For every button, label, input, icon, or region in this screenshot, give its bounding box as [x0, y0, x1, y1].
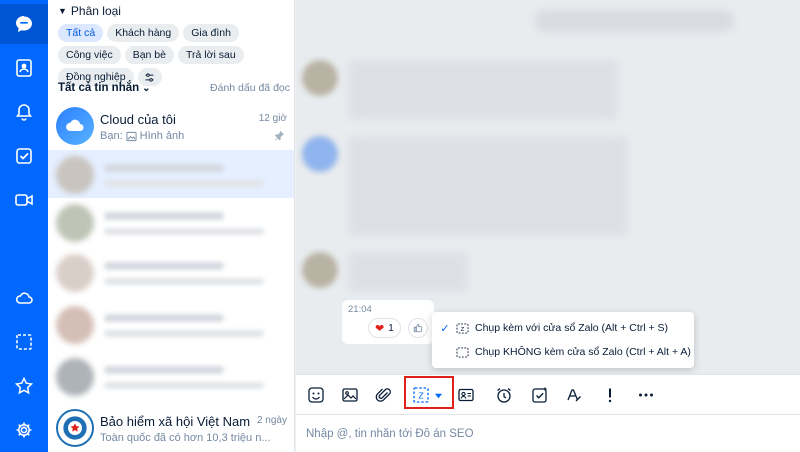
bhxh-logo-icon — [56, 409, 94, 447]
chip-work[interactable]: Công việc — [58, 46, 121, 64]
screenshot-icon[interactable] — [0, 322, 48, 362]
urgent-icon[interactable] — [598, 383, 622, 407]
capture-without-window-item[interactable]: Chụp KHÔNG kèm cửa sổ Zalo (Ctrl + Alt +… — [432, 340, 694, 364]
video-icon[interactable] — [0, 180, 48, 220]
capture-without-window-label: Chụp KHÔNG kèm cửa sổ Zalo (Ctrl + Alt +… — [475, 346, 691, 358]
bell-icon[interactable] — [0, 92, 48, 132]
mark-read-link[interactable]: Đánh dấu đã đọc — [210, 82, 290, 94]
pin-icon — [274, 130, 285, 141]
like-button[interactable] — [408, 318, 428, 338]
image-icon — [126, 131, 137, 141]
reaction-badge[interactable]: ❤ 1 — [368, 318, 401, 338]
chevron-down-icon: ▼ — [58, 6, 67, 16]
chip-reply-later[interactable]: Trả lời sau — [177, 46, 244, 64]
conversation-bhxh[interactable]: Bảo hiểm xã hội Việt Nam 2 ngày Toàn quố… — [48, 404, 294, 452]
chevron-down-icon: ⌄ — [142, 82, 151, 94]
todo-icon[interactable] — [0, 136, 48, 176]
conversation-preview: Bạn: Hình ảnh — [100, 130, 184, 142]
contacts-icon[interactable] — [0, 48, 48, 88]
conversation-cloud[interactable]: Cloud của tôi 12 giờ Bạn: Hình ảnh — [48, 102, 294, 152]
category-chips: Tất cả Khách hàng Gia đình Công việc Bạn… — [58, 24, 290, 86]
blurred-message — [348, 136, 628, 236]
preview-text: Hình ảnh — [139, 130, 185, 142]
left-rail — [0, 0, 48, 452]
sliders-icon — [145, 72, 154, 82]
conversation-blurred[interactable] — [48, 150, 288, 200]
conversation-time: 2 ngày — [256, 415, 287, 426]
capture-with-window-icon: Z — [454, 321, 470, 335]
check-icon: ✓ — [440, 322, 450, 335]
message-input[interactable] — [306, 424, 786, 444]
task-icon[interactable] — [528, 383, 552, 407]
message-time: 21:04 — [348, 304, 372, 315]
chip-all[interactable]: Tất cả — [58, 24, 104, 42]
cloud-avatar-icon — [56, 107, 94, 145]
blurred-message — [348, 60, 618, 120]
capture-with-window-item[interactable]: ✓ Z Chụp kèm với cửa sổ Zalo (Alt + Ctrl… — [432, 316, 694, 340]
message-filter-dropdown[interactable]: Tất cả tin nhắn ⌄ — [58, 82, 151, 94]
svg-text:Z: Z — [460, 326, 464, 332]
message-filter-label: Tất cả tin nhắn — [58, 82, 140, 94]
conversation-blurred[interactable] — [48, 300, 288, 350]
capture-with-window-label: Chụp kèm với cửa sổ Zalo (Alt + Ctrl + S… — [475, 322, 669, 334]
gear-icon[interactable] — [0, 410, 48, 450]
star-icon[interactable] — [0, 366, 48, 406]
reaction-count: 1 — [388, 322, 394, 334]
category-header[interactable]: ▼ Phân loại — [58, 4, 121, 18]
chip-customers[interactable]: Khách hàng — [107, 24, 180, 42]
chip-family[interactable]: Gia đình — [183, 24, 239, 42]
conversation-panel: ▼ Phân loại Tất cả Khách hàng Gia đình C… — [48, 0, 295, 452]
blurred-header — [534, 10, 734, 32]
composer-toolbar: Z — [296, 374, 800, 414]
contact-card-icon[interactable] — [454, 383, 478, 407]
thumbs-up-icon — [413, 323, 423, 333]
chip-friends[interactable]: Bạn bè — [124, 46, 174, 64]
message-filter-row: Tất cả tin nhắn ⌄ Đánh dấu đã đọc — [58, 82, 290, 94]
composer — [296, 414, 800, 452]
category-title: Phân loại — [70, 4, 121, 18]
more-icon[interactable] — [634, 383, 658, 407]
preview-prefix: Bạn: — [100, 130, 123, 142]
conversation-name: Bảo hiểm xã hội Việt Nam — [100, 414, 251, 429]
capture-without-window-icon — [454, 345, 470, 359]
blurred-avatar — [302, 252, 338, 288]
attach-icon[interactable] — [372, 383, 396, 407]
alarm-icon[interactable] — [492, 383, 516, 407]
conversation-preview: Toàn quốc đã có hơn 10,3 triệu n... — [100, 432, 271, 444]
blurred-message — [348, 252, 468, 292]
conversation-blurred[interactable] — [48, 198, 288, 248]
chat-icon[interactable] — [0, 4, 48, 44]
heart-icon: ❤ — [375, 322, 385, 335]
conversation-time: 12 giờ — [258, 113, 287, 124]
blurred-avatar — [302, 136, 338, 172]
cloud-icon[interactable] — [0, 278, 48, 318]
conversation-blurred[interactable] — [48, 248, 288, 298]
capture-highlight-box — [404, 376, 454, 409]
conversation-name: Cloud của tôi — [100, 112, 176, 127]
sticker-icon[interactable] — [304, 383, 328, 407]
blurred-avatar — [302, 60, 338, 96]
image-icon[interactable] — [338, 383, 362, 407]
format-icon[interactable] — [562, 383, 586, 407]
capture-menu: ✓ Z Chụp kèm với cửa sổ Zalo (Alt + Ctrl… — [432, 312, 694, 368]
conversation-blurred[interactable] — [48, 352, 288, 402]
